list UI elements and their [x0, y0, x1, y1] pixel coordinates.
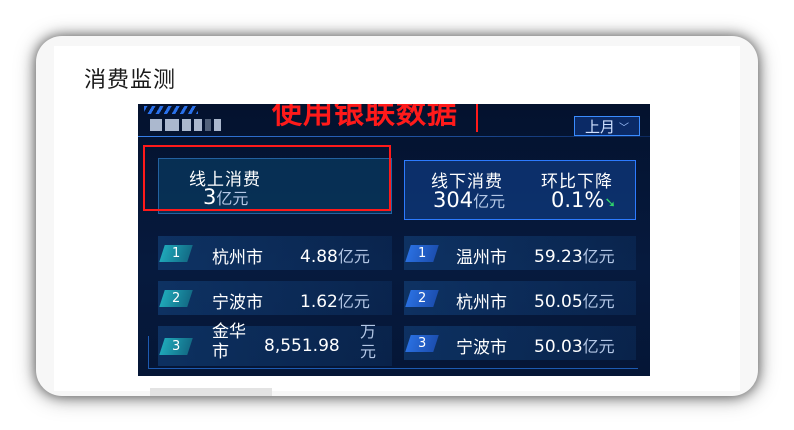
frame-line — [148, 368, 638, 369]
city-name: 杭州市 — [212, 248, 263, 268]
value-number: 50.05 — [534, 292, 583, 312]
value-unit: 亿元 — [582, 247, 615, 266]
annotation-highlight-box — [143, 145, 391, 211]
city-value: 50.03亿元 — [534, 333, 615, 357]
city-name: 温州市 — [456, 248, 507, 268]
value-number: 8,551.98 — [264, 336, 340, 356]
offline-unit: 亿元 — [473, 192, 506, 211]
list-item: 3 金华 市 8,551.98 万 元 — [158, 322, 392, 366]
city-name: 宁波市 — [456, 338, 507, 358]
value-unit: 万 元 — [360, 322, 376, 362]
list-item: 2 宁波市 1.62亿元 — [158, 281, 392, 315]
city-value: 1.62亿元 — [300, 288, 370, 312]
rank-badge: 2 — [159, 290, 193, 307]
value-unit: 亿元 — [337, 292, 370, 311]
value-unit-line: 万 — [360, 322, 377, 341]
offline-value: 304亿元 — [433, 188, 505, 212]
value-unit: 亿元 — [582, 337, 615, 356]
city-value: 59.23亿元 — [534, 243, 615, 267]
city-name: 金华 市 — [212, 322, 246, 362]
header-decoration — [144, 106, 198, 114]
text-cursor — [476, 104, 478, 132]
rank-badge: 1 — [159, 245, 193, 262]
logo-icon — [150, 116, 226, 134]
rank-badge: 3 — [159, 338, 193, 355]
list-item: 2 杭州市 50.05亿元 — [404, 281, 636, 315]
city-value: 4.88亿元 — [300, 243, 370, 267]
city-name: 杭州市 — [456, 293, 507, 313]
value-unit: 亿元 — [337, 247, 370, 266]
value-number: 50.03 — [534, 337, 583, 357]
value-number: 4.88 — [300, 247, 338, 267]
frame-line — [148, 336, 149, 368]
value-number: 1.62 — [300, 292, 338, 312]
value-number: 59.23 — [534, 247, 583, 267]
period-select[interactable]: 上月 ﹀ — [574, 116, 640, 136]
arrow-down-icon: ➘ — [604, 195, 617, 211]
rank-number: 2 — [171, 291, 181, 306]
rank-number: 1 — [417, 246, 427, 261]
rank-number: 2 — [417, 291, 427, 306]
chevron-down-icon: ﹀ — [619, 122, 629, 134]
value-unit-line: 元 — [360, 342, 377, 361]
city-name-line: 市 — [212, 342, 229, 362]
header-divider — [138, 136, 650, 137]
rank-number: 3 — [417, 336, 427, 351]
offline-consumption-card: 线下消费 304亿元 环比下降 0.1%➘ — [404, 160, 636, 220]
rank-badge: 1 — [405, 245, 439, 262]
list-item: 1 温州市 59.23亿元 — [404, 236, 636, 270]
rank-badge: 2 — [405, 290, 439, 307]
change-value: 0.1%➘ — [551, 188, 616, 212]
list-item: 3 宁波市 50.03亿元 — [404, 326, 636, 360]
period-label: 上月 — [584, 117, 615, 136]
city-name: 宁波市 — [212, 293, 263, 313]
consumption-panel: 使用银联数据 上月 ﹀ 线上消费 3亿元 线下消费 304亿元 环比下降 0.1… — [138, 104, 650, 376]
offline-number: 304 — [433, 188, 474, 212]
city-value: 50.05亿元 — [534, 288, 615, 312]
rank-number: 1 — [171, 246, 181, 261]
rank-number: 3 — [171, 339, 181, 354]
list-item: 1 杭州市 4.88亿元 — [158, 236, 392, 270]
city-name-line: 金华 — [212, 322, 246, 342]
change-number: 0.1% — [551, 188, 605, 212]
card-title: 消费监测 — [84, 68, 177, 93]
value-unit: 亿元 — [582, 292, 615, 311]
scroll-tab — [150, 388, 272, 396]
annotation-text: 使用银联数据 — [272, 104, 458, 131]
rank-badge: 3 — [405, 335, 439, 352]
